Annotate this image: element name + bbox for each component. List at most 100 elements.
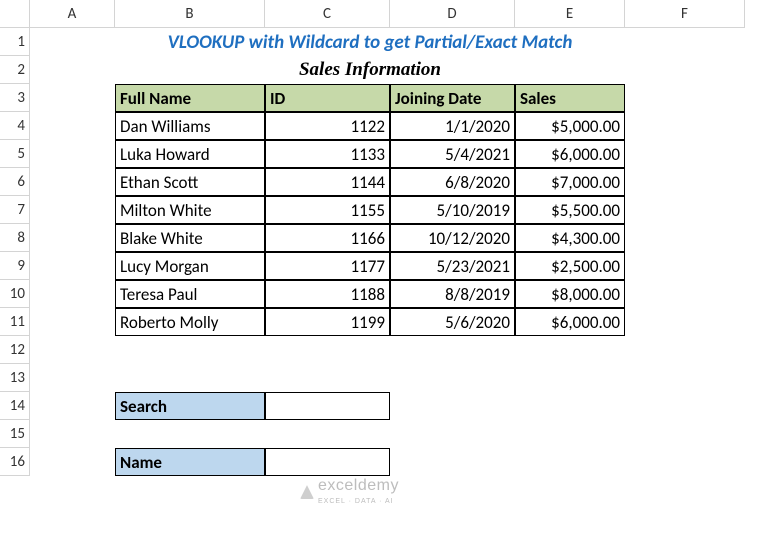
row-header-12[interactable]: 12 bbox=[0, 336, 30, 364]
cell-D16[interactable] bbox=[390, 448, 515, 476]
row-header-9[interactable]: 9 bbox=[0, 252, 30, 280]
col-header-A[interactable]: A bbox=[30, 0, 115, 28]
cell-A11[interactable] bbox=[30, 308, 115, 336]
col-header-F[interactable]: F bbox=[625, 0, 745, 28]
td-join[interactable]: 5/10/2019 bbox=[390, 196, 515, 224]
cell-F8[interactable] bbox=[625, 224, 745, 252]
name-output[interactable] bbox=[265, 448, 390, 476]
row-header-13[interactable]: 13 bbox=[0, 364, 30, 392]
cell-B13[interactable] bbox=[115, 364, 265, 392]
td-join[interactable]: 6/8/2020 bbox=[390, 168, 515, 196]
row-header-16[interactable]: 16 bbox=[0, 448, 30, 476]
cell-F1[interactable] bbox=[625, 28, 745, 56]
td-sales[interactable]: $4,300.00 bbox=[515, 224, 625, 252]
cell-D12[interactable] bbox=[390, 336, 515, 364]
td-sales[interactable]: $8,000.00 bbox=[515, 280, 625, 308]
row-header-7[interactable]: 7 bbox=[0, 196, 30, 224]
cell-F15[interactable] bbox=[625, 420, 745, 448]
name-label[interactable]: Name bbox=[115, 448, 265, 476]
col-header-E[interactable]: E bbox=[515, 0, 625, 28]
cell-B12[interactable] bbox=[115, 336, 265, 364]
cell-D13[interactable] bbox=[390, 364, 515, 392]
td-sales[interactable]: $5,000.00 bbox=[515, 112, 625, 140]
cell-A3[interactable] bbox=[30, 84, 115, 112]
row-header-6[interactable]: 6 bbox=[0, 168, 30, 196]
cell-A9[interactable] bbox=[30, 252, 115, 280]
td-join[interactable]: 8/8/2019 bbox=[390, 280, 515, 308]
page-subtitle[interactable]: Sales Information bbox=[115, 56, 625, 84]
row-header-5[interactable]: 5 bbox=[0, 140, 30, 168]
cell-A13[interactable] bbox=[30, 364, 115, 392]
cell-A5[interactable] bbox=[30, 140, 115, 168]
th-full-name[interactable]: Full Name bbox=[115, 84, 265, 112]
th-joining-date[interactable]: Joining Date bbox=[390, 84, 515, 112]
td-id[interactable]: 1166 bbox=[265, 224, 390, 252]
cell-F4[interactable] bbox=[625, 112, 745, 140]
cell-F2[interactable] bbox=[625, 56, 745, 84]
search-input[interactable] bbox=[265, 392, 390, 420]
td-id[interactable]: 1177 bbox=[265, 252, 390, 280]
td-name[interactable]: Roberto Molly bbox=[115, 308, 265, 336]
cell-F16[interactable] bbox=[625, 448, 745, 476]
cell-B15[interactable] bbox=[115, 420, 265, 448]
col-header-C[interactable]: C bbox=[265, 0, 390, 28]
cell-C13[interactable] bbox=[265, 364, 390, 392]
cell-F11[interactable] bbox=[625, 308, 745, 336]
td-id[interactable]: 1133 bbox=[265, 140, 390, 168]
cell-D15[interactable] bbox=[390, 420, 515, 448]
cell-F7[interactable] bbox=[625, 196, 745, 224]
td-join[interactable]: 1/1/2020 bbox=[390, 112, 515, 140]
td-sales[interactable]: $2,500.00 bbox=[515, 252, 625, 280]
cell-A1[interactable] bbox=[30, 28, 115, 56]
cell-A8[interactable] bbox=[30, 224, 115, 252]
row-header-11[interactable]: 11 bbox=[0, 308, 30, 336]
td-name[interactable]: Milton White bbox=[115, 196, 265, 224]
row-header-14[interactable]: 14 bbox=[0, 392, 30, 420]
th-id[interactable]: ID bbox=[265, 84, 390, 112]
select-all-corner[interactable] bbox=[0, 0, 30, 28]
row-header-10[interactable]: 10 bbox=[0, 280, 30, 308]
td-name[interactable]: Ethan Scott bbox=[115, 168, 265, 196]
td-join[interactable]: 5/4/2021 bbox=[390, 140, 515, 168]
td-name[interactable]: Blake White bbox=[115, 224, 265, 252]
td-id[interactable]: 1144 bbox=[265, 168, 390, 196]
page-title[interactable]: VLOOKUP with Wildcard to get Partial/Exa… bbox=[115, 28, 625, 56]
td-name[interactable]: Dan Williams bbox=[115, 112, 265, 140]
cell-F10[interactable] bbox=[625, 280, 745, 308]
row-header-2[interactable]: 2 bbox=[0, 56, 30, 84]
td-name[interactable]: Luka Howard bbox=[115, 140, 265, 168]
cell-E16[interactable] bbox=[515, 448, 625, 476]
td-join[interactable]: 10/12/2020 bbox=[390, 224, 515, 252]
cell-E15[interactable] bbox=[515, 420, 625, 448]
cell-C15[interactable] bbox=[265, 420, 390, 448]
td-id[interactable]: 1122 bbox=[265, 112, 390, 140]
cell-F13[interactable] bbox=[625, 364, 745, 392]
td-id[interactable]: 1199 bbox=[265, 308, 390, 336]
cell-A15[interactable] bbox=[30, 420, 115, 448]
cell-E14[interactable] bbox=[515, 392, 625, 420]
td-sales[interactable]: $5,500.00 bbox=[515, 196, 625, 224]
cell-C12[interactable] bbox=[265, 336, 390, 364]
cell-A12[interactable] bbox=[30, 336, 115, 364]
cell-A2[interactable] bbox=[30, 56, 115, 84]
row-header-1[interactable]: 1 bbox=[0, 28, 30, 56]
cell-F14[interactable] bbox=[625, 392, 745, 420]
td-name[interactable]: Lucy Morgan bbox=[115, 252, 265, 280]
col-header-B[interactable]: B bbox=[115, 0, 265, 28]
cell-E12[interactable] bbox=[515, 336, 625, 364]
td-id[interactable]: 1188 bbox=[265, 280, 390, 308]
td-id[interactable]: 1155 bbox=[265, 196, 390, 224]
cell-D14[interactable] bbox=[390, 392, 515, 420]
cell-A4[interactable] bbox=[30, 112, 115, 140]
cell-A14[interactable] bbox=[30, 392, 115, 420]
cell-A6[interactable] bbox=[30, 168, 115, 196]
td-name[interactable]: Teresa Paul bbox=[115, 280, 265, 308]
row-header-4[interactable]: 4 bbox=[0, 112, 30, 140]
cell-F6[interactable] bbox=[625, 168, 745, 196]
td-sales[interactable]: $6,000.00 bbox=[515, 140, 625, 168]
row-header-8[interactable]: 8 bbox=[0, 224, 30, 252]
td-sales[interactable]: $7,000.00 bbox=[515, 168, 625, 196]
td-join[interactable]: 5/6/2020 bbox=[390, 308, 515, 336]
cell-A10[interactable] bbox=[30, 280, 115, 308]
cell-E13[interactable] bbox=[515, 364, 625, 392]
